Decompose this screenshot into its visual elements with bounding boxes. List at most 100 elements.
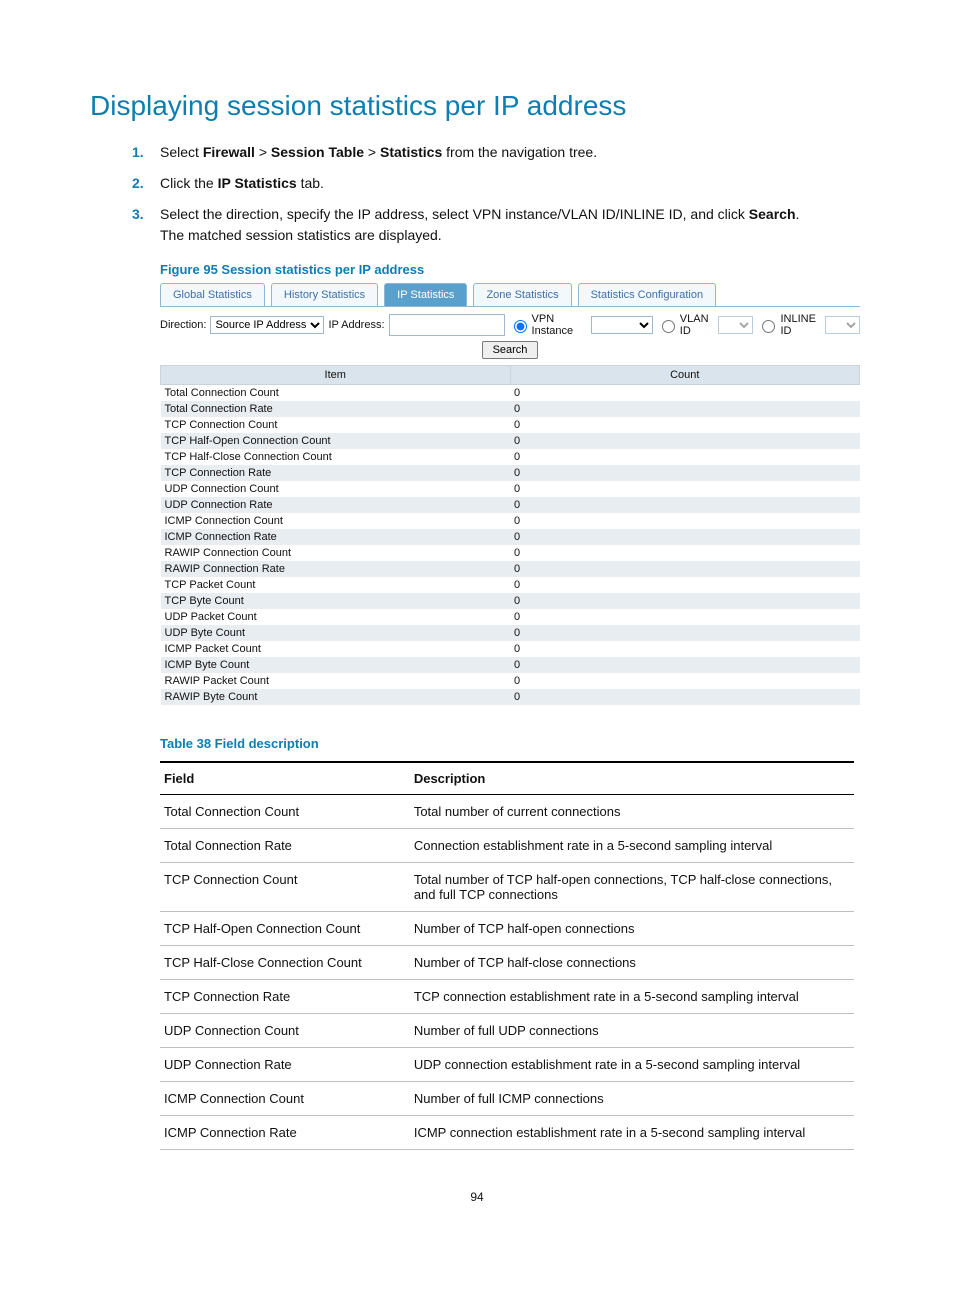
field-cell: ICMP Connection Count xyxy=(160,1082,410,1116)
count-cell: 0 xyxy=(510,513,860,529)
tab-zone-statistics[interactable]: Zone Statistics xyxy=(473,283,571,306)
table-row: ICMP Connection Count0 xyxy=(161,513,860,529)
col-description: Description xyxy=(410,762,854,795)
count-cell: 0 xyxy=(510,385,860,402)
field-cell: ICMP Connection Rate xyxy=(160,1116,410,1150)
tab-global-statistics[interactable]: Global Statistics xyxy=(160,283,265,306)
table-row: RAWIP Connection Rate0 xyxy=(161,561,860,577)
col-item: Item xyxy=(161,366,511,385)
vlan-label: VLAN ID xyxy=(680,313,714,337)
table-row: ICMP Byte Count0 xyxy=(161,657,860,673)
description-cell: Number of full ICMP connections xyxy=(410,1082,854,1116)
count-cell: 0 xyxy=(510,545,860,561)
vpn-select[interactable] xyxy=(591,316,652,334)
ip-input[interactable] xyxy=(389,314,505,336)
item-cell: RAWIP Packet Count xyxy=(161,673,511,689)
search-button[interactable]: Search xyxy=(482,341,539,359)
description-cell: ICMP connection establishment rate in a … xyxy=(410,1116,854,1150)
table-row: TCP Packet Count0 xyxy=(161,577,860,593)
step-item: 2.Click the IP Statistics tab. xyxy=(160,173,864,194)
table-row: Total Connection Count0 xyxy=(161,385,860,402)
count-cell: 0 xyxy=(510,433,860,449)
description-cell: Connection establishment rate in a 5-sec… xyxy=(410,829,854,863)
item-cell: ICMP Connection Count xyxy=(161,513,511,529)
table-row: ICMP Packet Count0 xyxy=(161,641,860,657)
item-cell: UDP Packet Count xyxy=(161,609,511,625)
item-cell: TCP Half-Open Connection Count xyxy=(161,433,511,449)
tab-ip-statistics[interactable]: IP Statistics xyxy=(384,283,467,306)
vlan-radio[interactable]: VLAN ID xyxy=(657,313,714,337)
field-cell: UDP Connection Count xyxy=(160,1014,410,1048)
table-row: UDP Connection RateUDP connection establ… xyxy=(160,1048,854,1082)
table-row: Total Connection CountTotal number of cu… xyxy=(160,795,854,829)
table-row: RAWIP Connection Count0 xyxy=(161,545,860,561)
item-cell: RAWIP Byte Count xyxy=(161,689,511,705)
item-cell: RAWIP Connection Count xyxy=(161,545,511,561)
field-cell: Total Connection Rate xyxy=(160,829,410,863)
tab-history-statistics[interactable]: History Statistics xyxy=(271,283,378,306)
count-cell: 0 xyxy=(510,625,860,641)
count-cell: 0 xyxy=(510,449,860,465)
steps-list: 1.Select Firewall > Session Table > Stat… xyxy=(160,142,864,246)
description-cell: Total number of current connections xyxy=(410,795,854,829)
table-caption: Table 38 Field description xyxy=(160,736,319,751)
table-row: Total Connection Rate0 xyxy=(161,401,860,417)
item-cell: TCP Connection Count xyxy=(161,417,511,433)
table-row: TCP Connection Count0 xyxy=(161,417,860,433)
table-row: RAWIP Packet Count0 xyxy=(161,673,860,689)
ip-statistics-screenshot: Global Statistics History Statistics IP St… xyxy=(160,283,860,705)
table-row: UDP Connection Rate0 xyxy=(161,497,860,513)
table-row: ICMP Connection RateICMP connection esta… xyxy=(160,1116,854,1150)
vlan-select[interactable] xyxy=(718,316,753,334)
item-cell: UDP Byte Count xyxy=(161,625,511,641)
table-row: ICMP Connection Rate0 xyxy=(161,529,860,545)
step-item: 1.Select Firewall > Session Table > Stat… xyxy=(160,142,864,163)
description-cell: Number of TCP half-open connections xyxy=(410,912,854,946)
field-description-table: Field Description Total Connection Count… xyxy=(160,761,854,1150)
table-row: RAWIP Byte Count0 xyxy=(161,689,860,705)
col-field: Field xyxy=(160,762,410,795)
description-cell: Number of full UDP connections xyxy=(410,1014,854,1048)
count-cell: 0 xyxy=(510,401,860,417)
item-cell: TCP Byte Count xyxy=(161,593,511,609)
item-cell: Total Connection Count xyxy=(161,385,511,402)
item-cell: UDP Connection Rate xyxy=(161,497,511,513)
count-cell: 0 xyxy=(510,465,860,481)
item-cell: RAWIP Connection Rate xyxy=(161,561,511,577)
table-row: TCP Connection CountTotal number of TCP … xyxy=(160,863,854,912)
step-number: 2. xyxy=(132,173,160,194)
tab-statistics-configuration[interactable]: Statistics Configuration xyxy=(578,283,717,306)
table-row: TCP Byte Count0 xyxy=(161,593,860,609)
item-cell: TCP Half-Close Connection Count xyxy=(161,449,511,465)
item-cell: TCP Packet Count xyxy=(161,577,511,593)
description-cell: UDP connection establishment rate in a 5… xyxy=(410,1048,854,1082)
col-count: Count xyxy=(510,366,860,385)
step-text: Select the direction, specify the IP add… xyxy=(160,204,864,246)
field-cell: TCP Half-Close Connection Count xyxy=(160,946,410,980)
figure-caption: Figure 95 Session statistics per IP addr… xyxy=(160,262,864,277)
count-cell: 0 xyxy=(510,529,860,545)
description-cell: Total number of TCP half-open connection… xyxy=(410,863,854,912)
item-cell: Total Connection Rate xyxy=(161,401,511,417)
count-cell: 0 xyxy=(510,593,860,609)
field-cell: TCP Half-Open Connection Count xyxy=(160,912,410,946)
stats-table: Item Count Total Connection Count0Total … xyxy=(160,365,860,705)
inline-select[interactable] xyxy=(825,316,860,334)
step-item: 3.Select the direction, specify the IP a… xyxy=(160,204,864,246)
table-row: UDP Byte Count0 xyxy=(161,625,860,641)
field-cell: Total Connection Count xyxy=(160,795,410,829)
tabs-bar: Global Statistics History Statistics IP St… xyxy=(160,283,860,307)
step-text: Click the IP Statistics tab. xyxy=(160,173,864,194)
count-cell: 0 xyxy=(510,561,860,577)
vpn-label: VPN Instance xyxy=(532,313,588,337)
vpn-radio[interactable]: VPN Instance xyxy=(509,313,588,337)
description-cell: TCP connection establishment rate in a 5… xyxy=(410,980,854,1014)
inline-radio[interactable]: INLINE ID xyxy=(757,313,820,337)
item-cell: ICMP Packet Count xyxy=(161,641,511,657)
direction-select[interactable]: Source IP Address xyxy=(210,316,324,334)
step-text: Select Firewall > Session Table > Statis… xyxy=(160,142,864,163)
table-row: ICMP Connection CountNumber of full ICMP… xyxy=(160,1082,854,1116)
field-cell: TCP Connection Count xyxy=(160,863,410,912)
field-cell: TCP Connection Rate xyxy=(160,980,410,1014)
table-row: UDP Connection Count0 xyxy=(161,481,860,497)
